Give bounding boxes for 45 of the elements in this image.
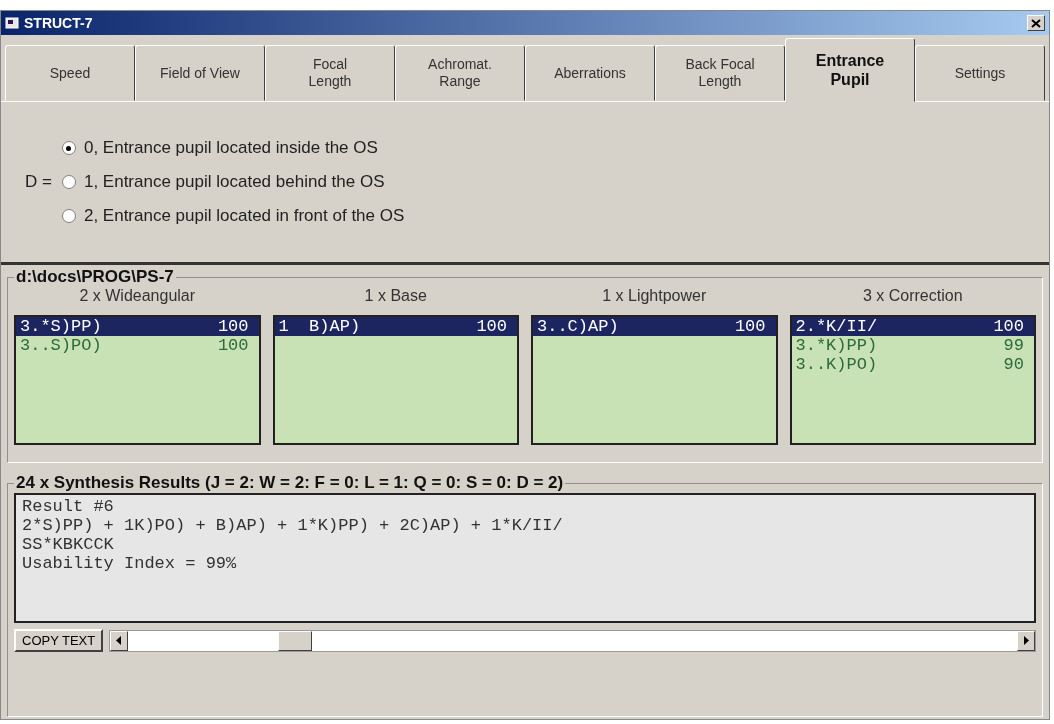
- tab[interactable]: Achromat. Range: [395, 45, 525, 101]
- tab[interactable]: Speed: [5, 45, 135, 101]
- list-box[interactable]: 2.*K/II/ 100 3.*K)PP) 99 3..K)PO) 90: [789, 315, 1036, 445]
- window-title: STRUCT-7: [24, 15, 94, 31]
- list-title: 2 x Wideangular: [79, 287, 196, 305]
- tab[interactable]: Entrance Pupil: [785, 38, 915, 102]
- list-item[interactable]: 3..C)AP) 100: [533, 317, 776, 336]
- list-item[interactable]: 3..S)PO) 100: [16, 336, 259, 355]
- list-item[interactable]: 3.*S)PP) 100: [16, 317, 259, 336]
- tab[interactable]: Settings: [915, 45, 1045, 101]
- scroll-thumb[interactable]: [278, 630, 313, 651]
- close-icon: [1031, 18, 1041, 28]
- result-line: SS*KBKCCK: [22, 535, 115, 554]
- list-item[interactable]: 1 B)AP) 100: [274, 317, 517, 336]
- list-item[interactable]: 3.*K)PP) 99: [791, 336, 1034, 355]
- tab[interactable]: Field of View: [135, 45, 265, 101]
- list-item[interactable]: 2.*K/II/ 100: [791, 317, 1034, 336]
- radio-label[interactable]: 2, Entrance pupil located in front of the OS: [83, 206, 405, 226]
- list-title: 1 x Lightpower: [602, 287, 707, 305]
- copy-text-button[interactable]: COPY TEXT: [14, 629, 104, 652]
- left-arrow-icon: [116, 636, 123, 645]
- tab[interactable]: Aberrations: [525, 45, 655, 101]
- tab[interactable]: Focal Length: [265, 45, 395, 101]
- result-line: 2*S)PP) + 1K)PO) + B)AP) + 1*K)PP) + 2C)AP) + 1*K/II/: [22, 516, 564, 535]
- radio-button[interactable]: [61, 141, 76, 155]
- radio-button[interactable]: [61, 209, 76, 223]
- radio-label[interactable]: 0, Entrance pupil located inside the OS: [83, 138, 378, 158]
- list-item[interactable]: 3..K)PO) 90: [791, 355, 1034, 374]
- list-box[interactable]: 3..C)AP) 100: [531, 315, 778, 445]
- radio-button[interactable]: [61, 175, 76, 189]
- right-arrow-icon: [1023, 636, 1029, 645]
- results-text-box[interactable]: Result #6 2*S)PP) + 1K)PO) + B)AP) + 1*K)PP) + 2C)AP) + 1*K/II/ SS*KBKCCK Usability Index = 99%: [14, 493, 1036, 623]
- group-title: d:\docs\PROG\PS-7: [15, 267, 175, 287]
- result-line: Result #6: [22, 497, 115, 516]
- group-title: 24 x Synthesis Results (J = 2: W = 2: F = 0: L = 1: Q = 0: S = 0: D = 2): [15, 473, 565, 493]
- list-title: 3 x Correction: [862, 287, 963, 305]
- app-icon: [5, 17, 19, 29]
- horizontal-scrollbar[interactable]: [109, 629, 1036, 652]
- list-box[interactable]: 3.*S)PP) 100 3..S)PO) 100: [14, 315, 261, 445]
- result-line: Usability Index = 99%: [22, 554, 238, 573]
- list-box[interactable]: 1 B)AP) 100: [272, 315, 519, 445]
- close-button[interactable]: [1027, 15, 1045, 31]
- radio-label[interactable]: 1, Entrance pupil located behind the OS: [83, 172, 385, 192]
- option-label: D =: [25, 172, 52, 192]
- list-title: 1 x Base: [364, 287, 427, 305]
